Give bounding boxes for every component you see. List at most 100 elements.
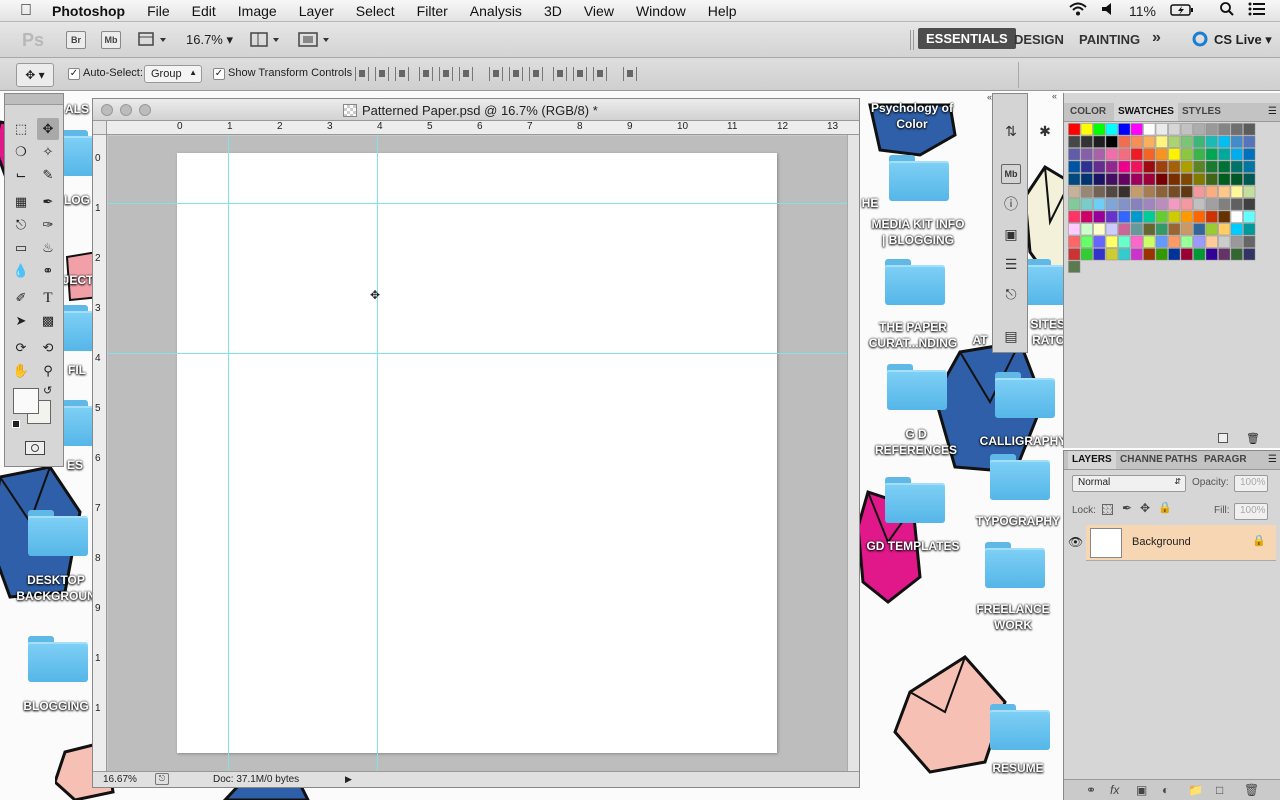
- color-swatch[interactable]: [1180, 235, 1193, 248]
- history-brush-tool-icon[interactable]: ✑: [37, 214, 59, 236]
- folder-icon[interactable]: [990, 704, 1050, 750]
- color-swatch[interactable]: [1218, 160, 1231, 173]
- swatch-grid[interactable]: [1068, 123, 1264, 283]
- color-swatch[interactable]: [1180, 160, 1193, 173]
- color-swatch[interactable]: [1105, 223, 1118, 236]
- layer-style-fx-icon[interactable]: fx: [1110, 783, 1119, 797]
- menu-3d[interactable]: 3D: [533, 0, 573, 22]
- color-swatch[interactable]: [1230, 135, 1243, 148]
- color-swatch[interactable]: [1143, 135, 1156, 148]
- info-panel-icon[interactable]: ⓘ: [1001, 194, 1021, 214]
- color-swatch[interactable]: [1130, 198, 1143, 211]
- actions-panel-icon[interactable]: ▤: [1001, 326, 1021, 346]
- document-title-bar[interactable]: Patterned Paper.psd @ 16.7% (RGB/8) *: [93, 99, 859, 121]
- color-swatch[interactable]: [1205, 198, 1218, 211]
- color-swatch[interactable]: [1093, 235, 1106, 248]
- fill-field[interactable]: 100%: [1234, 503, 1268, 520]
- new-group-icon[interactable]: 📁: [1188, 783, 1203, 797]
- color-swatch[interactable]: [1218, 248, 1231, 261]
- color-swatch[interactable]: [1068, 148, 1081, 161]
- wifi-icon[interactable]: [1069, 2, 1087, 19]
- clone-source-panel-icon[interactable]: ⎋: [1001, 284, 1021, 304]
- color-swatch[interactable]: [1230, 123, 1243, 136]
- color-swatch[interactable]: [1168, 160, 1181, 173]
- color-swatch[interactable]: [1105, 185, 1118, 198]
- color-swatch[interactable]: [1080, 148, 1093, 161]
- color-swatch[interactable]: [1080, 248, 1093, 261]
- color-swatch[interactable]: [1180, 148, 1193, 161]
- eyedropper-tool-icon[interactable]: ✎: [37, 164, 59, 186]
- color-swatch[interactable]: [1155, 185, 1168, 198]
- clone-stamp-tool-icon[interactable]: ⎋: [10, 214, 32, 236]
- color-swatch[interactable]: [1093, 210, 1106, 223]
- color-swatch[interactable]: [1068, 260, 1081, 273]
- menu-edit[interactable]: Edit: [181, 0, 227, 22]
- 3d-rotate-tool-icon[interactable]: ⟳: [10, 337, 32, 359]
- folder-icon[interactable]: [887, 364, 947, 410]
- zoom-tool-icon[interactable]: ⚲: [37, 360, 59, 382]
- color-swatch[interactable]: [1093, 185, 1106, 198]
- folder-icon[interactable]: [885, 477, 945, 523]
- color-swatch[interactable]: [1130, 135, 1143, 148]
- zoom-preview-icon[interactable]: ⎋: [155, 773, 169, 785]
- color-swatch[interactable]: [1155, 223, 1168, 236]
- color-swatch[interactable]: [1143, 185, 1156, 198]
- color-swatch[interactable]: [1118, 198, 1131, 211]
- color-swatch[interactable]: [1118, 223, 1131, 236]
- align-right-icon[interactable]: [459, 67, 473, 81]
- color-swatch[interactable]: [1155, 248, 1168, 261]
- arrange-documents-icon[interactable]: [250, 32, 282, 51]
- color-swatch[interactable]: [1218, 185, 1231, 198]
- layer-row-background[interactable]: Background 🔒: [1086, 525, 1276, 561]
- color-swatch[interactable]: [1230, 160, 1243, 173]
- color-swatch[interactable]: [1218, 148, 1231, 161]
- move-tool-icon[interactable]: ✥: [37, 118, 59, 140]
- tab-styles[interactable]: STYLES: [1182, 106, 1221, 117]
- distribute-top-icon[interactable]: [489, 67, 503, 81]
- auto-select-dropdown[interactable]: Group ▲: [144, 65, 202, 83]
- color-swatch[interactable]: [1168, 198, 1181, 211]
- color-swatch[interactable]: [1155, 210, 1168, 223]
- panel-menu-icon[interactable]: ☰: [1268, 454, 1277, 465]
- color-swatch[interactable]: [1168, 123, 1181, 136]
- color-swatch[interactable]: [1168, 185, 1181, 198]
- color-swatch[interactable]: [1068, 210, 1081, 223]
- color-swatch[interactable]: [1155, 198, 1168, 211]
- folder-icon[interactable]: [885, 259, 945, 305]
- bridge-button[interactable]: Br: [66, 31, 86, 49]
- color-swatch[interactable]: [1230, 148, 1243, 161]
- vertical-scrollbar[interactable]: [847, 135, 859, 771]
- workspace-design[interactable]: DESIGN: [1014, 32, 1064, 47]
- rectangle-tool-icon[interactable]: ▩: [37, 310, 59, 332]
- color-swatch[interactable]: [1080, 198, 1093, 211]
- color-swatch[interactable]: [1105, 210, 1118, 223]
- color-swatch[interactable]: [1205, 210, 1218, 223]
- color-swatch[interactable]: [1230, 235, 1243, 248]
- color-swatch[interactable]: [1068, 248, 1081, 261]
- menu-analysis[interactable]: Analysis: [459, 0, 533, 22]
- color-swatch[interactable]: [1068, 185, 1081, 198]
- lock-transparent-icon[interactable]: [1102, 504, 1113, 515]
- color-swatch[interactable]: [1130, 223, 1143, 236]
- menu-file[interactable]: File: [136, 0, 181, 22]
- color-swatch[interactable]: [1193, 223, 1206, 236]
- adjustments-panel-icon[interactable]: ☰: [1001, 254, 1021, 274]
- color-swatch[interactable]: [1243, 248, 1256, 261]
- color-swatch[interactable]: [1243, 235, 1256, 248]
- color-swatch[interactable]: [1205, 160, 1218, 173]
- minimize-window-button[interactable]: [120, 104, 132, 116]
- color-swatch[interactable]: [1218, 198, 1231, 211]
- close-window-button[interactable]: [101, 104, 113, 116]
- notification-list-icon[interactable]: [1248, 2, 1266, 19]
- color-swatch[interactable]: [1093, 123, 1106, 136]
- color-swatch[interactable]: [1243, 185, 1256, 198]
- path-selection-tool-icon[interactable]: ➤: [10, 310, 32, 332]
- color-swatch[interactable]: [1105, 198, 1118, 211]
- lock-position-icon[interactable]: ✥: [1140, 501, 1150, 515]
- align-left-icon[interactable]: [419, 67, 433, 81]
- color-swatch[interactable]: [1155, 123, 1168, 136]
- color-swatch[interactable]: [1243, 210, 1256, 223]
- color-swatch[interactable]: [1180, 185, 1193, 198]
- color-swatch[interactable]: [1105, 135, 1118, 148]
- 3d-orbit-tool-icon[interactable]: ⟲: [37, 337, 59, 359]
